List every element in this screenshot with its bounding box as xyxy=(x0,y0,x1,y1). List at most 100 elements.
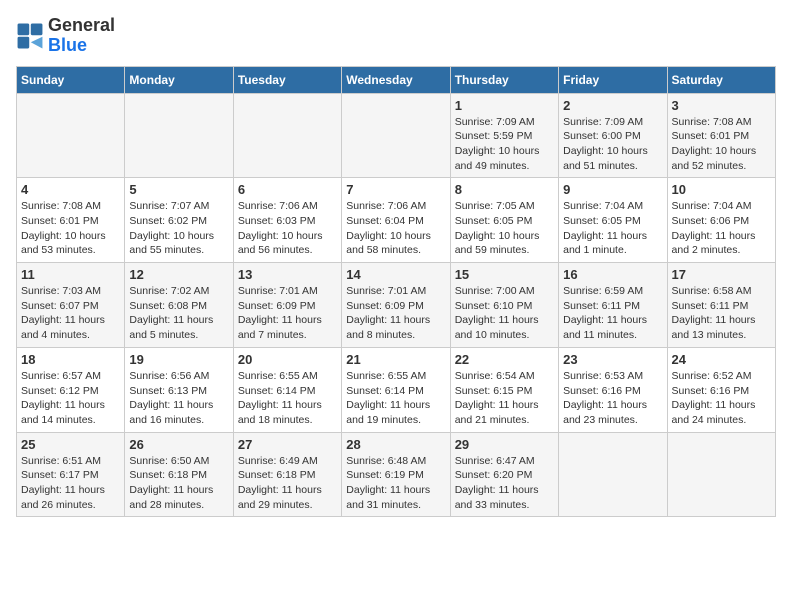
day-cell-6: 6 Sunrise: 7:06 AM Sunset: 6:03 PM Daylig… xyxy=(233,178,341,263)
day-cell-14: 14 Sunrise: 7:01 AM Sunset: 6:09 PM Dayli… xyxy=(342,263,450,348)
calendar-table: SundayMondayTuesdayWednesdayThursdayFrid… xyxy=(16,66,776,518)
day-number: 4 xyxy=(21,182,120,197)
day-cell-3: 3 Sunrise: 7:08 AM Sunset: 6:01 PM Daylig… xyxy=(667,93,775,178)
week-row-5: 25Sunrise: 6:51 AM Sunset: 6:17 PM Dayli… xyxy=(17,432,776,517)
day-info: Sunrise: 7:05 AM Sunset: 6:05 PM Dayligh… xyxy=(455,199,554,258)
day-info: Sunrise: 7:04 AM Sunset: 6:05 PM Dayligh… xyxy=(563,199,662,258)
logo: General Blue xyxy=(16,16,115,56)
day-cell-10: 10 Sunrise: 7:04 AM Sunset: 6:06 PM Dayli… xyxy=(667,178,775,263)
day-number: 9 xyxy=(563,182,662,197)
day-info: Sunrise: 6:57 AM Sunset: 6:12 PM Dayligh… xyxy=(21,369,120,428)
day-number: 13 xyxy=(238,267,337,282)
day-cell-29: 29Sunrise: 6:47 AM Sunset: 6:20 PM Dayli… xyxy=(450,432,558,517)
day-cell-18: 18 Sunrise: 6:57 AM Sunset: 6:12 PM Dayli… xyxy=(17,347,125,432)
day-info: Sunrise: 6:52 AM Sunset: 6:16 PM Dayligh… xyxy=(672,369,771,428)
weekday-header-monday: Monday xyxy=(125,66,233,93)
day-info: Sunrise: 7:04 AM Sunset: 6:06 PM Dayligh… xyxy=(672,199,771,258)
day-cell-17: 17 Sunrise: 6:58 AM Sunset: 6:11 PM Dayli… xyxy=(667,263,775,348)
day-cell-1: 1 Sunrise: 7:09 AM Sunset: 5:59 PM Daylig… xyxy=(450,93,558,178)
logo-text: General Blue xyxy=(48,16,115,56)
day-number: 14 xyxy=(346,267,445,282)
day-cell-4: 4 Sunrise: 7:08 AM Sunset: 6:01 PM Daylig… xyxy=(17,178,125,263)
day-info: Sunrise: 7:03 AM Sunset: 6:07 PM Dayligh… xyxy=(21,284,120,343)
weekday-header-tuesday: Tuesday xyxy=(233,66,341,93)
weekday-header-saturday: Saturday xyxy=(667,66,775,93)
day-info: Sunrise: 7:02 AM Sunset: 6:08 PM Dayligh… xyxy=(129,284,228,343)
day-info: Sunrise: 6:58 AM Sunset: 6:11 PM Dayligh… xyxy=(672,284,771,343)
day-number: 5 xyxy=(129,182,228,197)
day-number: 19 xyxy=(129,352,228,367)
day-number: 6 xyxy=(238,182,337,197)
day-number: 21 xyxy=(346,352,445,367)
day-info: Sunrise: 7:08 AM Sunset: 6:01 PM Dayligh… xyxy=(21,199,120,258)
day-cell-26: 26 Sunrise: 6:50 AM Sunset: 6:18 PM Dayli… xyxy=(125,432,233,517)
day-info: Sunrise: 7:06 AM Sunset: 6:04 PM Dayligh… xyxy=(346,199,445,258)
day-number: 29 xyxy=(455,437,554,452)
day-info: Sunrise: 6:54 AM Sunset: 6:15 PM Dayligh… xyxy=(455,369,554,428)
day-info: Sunrise: 7:09 AM Sunset: 5:59 PM Dayligh… xyxy=(455,115,554,174)
day-number: 3 xyxy=(672,98,771,113)
day-cell-9: 9 Sunrise: 7:04 AM Sunset: 6:05 PM Daylig… xyxy=(559,178,667,263)
day-number: 1 xyxy=(455,98,554,113)
day-info: Sunrise: 6:56 AM Sunset: 6:13 PM Dayligh… xyxy=(129,369,228,428)
day-info: Sunrise: 7:01 AM Sunset: 6:09 PM Dayligh… xyxy=(238,284,337,343)
day-cell-21: 21Sunrise: 6:55 AM Sunset: 6:14 PM Dayli… xyxy=(342,347,450,432)
empty-cell xyxy=(342,93,450,178)
day-number: 15 xyxy=(455,267,554,282)
weekday-header-friday: Friday xyxy=(559,66,667,93)
day-number: 2 xyxy=(563,98,662,113)
day-info: Sunrise: 6:49 AM Sunset: 6:18 PM Dayligh… xyxy=(238,454,337,513)
day-cell-16: 16 Sunrise: 6:59 AM Sunset: 6:11 PM Dayli… xyxy=(559,263,667,348)
empty-cell xyxy=(125,93,233,178)
weekday-header-thursday: Thursday xyxy=(450,66,558,93)
day-info: Sunrise: 6:59 AM Sunset: 6:11 PM Dayligh… xyxy=(563,284,662,343)
day-number: 26 xyxy=(129,437,228,452)
day-number: 8 xyxy=(455,182,554,197)
day-info: Sunrise: 6:48 AM Sunset: 6:19 PM Dayligh… xyxy=(346,454,445,513)
day-cell-2: 2 Sunrise: 7:09 AM Sunset: 6:00 PM Daylig… xyxy=(559,93,667,178)
day-cell-23: 23Sunrise: 6:53 AM Sunset: 6:16 PM Dayli… xyxy=(559,347,667,432)
day-number: 11 xyxy=(21,267,120,282)
week-row-2: 4 Sunrise: 7:08 AM Sunset: 6:01 PM Daylig… xyxy=(17,178,776,263)
day-cell-24: 24 Sunrise: 6:52 AM Sunset: 6:16 PM Dayli… xyxy=(667,347,775,432)
day-number: 18 xyxy=(21,352,120,367)
day-number: 27 xyxy=(238,437,337,452)
week-row-1: 1 Sunrise: 7:09 AM Sunset: 5:59 PM Daylig… xyxy=(17,93,776,178)
weekday-header-wednesday: Wednesday xyxy=(342,66,450,93)
day-info: Sunrise: 7:09 AM Sunset: 6:00 PM Dayligh… xyxy=(563,115,662,174)
page-header: General Blue xyxy=(16,16,776,56)
day-info: Sunrise: 6:55 AM Sunset: 6:14 PM Dayligh… xyxy=(238,369,337,428)
empty-cell xyxy=(667,432,775,517)
week-row-4: 18 Sunrise: 6:57 AM Sunset: 6:12 PM Dayli… xyxy=(17,347,776,432)
logo-icon xyxy=(16,22,44,50)
day-cell-12: 12 Sunrise: 7:02 AM Sunset: 6:08 PM Dayli… xyxy=(125,263,233,348)
day-number: 28 xyxy=(346,437,445,452)
day-cell-22: 22Sunrise: 6:54 AM Sunset: 6:15 PM Dayli… xyxy=(450,347,558,432)
day-info: Sunrise: 7:01 AM Sunset: 6:09 PM Dayligh… xyxy=(346,284,445,343)
day-info: Sunrise: 7:08 AM Sunset: 6:01 PM Dayligh… xyxy=(672,115,771,174)
day-cell-5: 5 Sunrise: 7:07 AM Sunset: 6:02 PM Daylig… xyxy=(125,178,233,263)
day-info: Sunrise: 7:07 AM Sunset: 6:02 PM Dayligh… xyxy=(129,199,228,258)
day-cell-7: 7 Sunrise: 7:06 AM Sunset: 6:04 PM Daylig… xyxy=(342,178,450,263)
day-info: Sunrise: 7:06 AM Sunset: 6:03 PM Dayligh… xyxy=(238,199,337,258)
day-number: 12 xyxy=(129,267,228,282)
day-number: 25 xyxy=(21,437,120,452)
day-number: 23 xyxy=(563,352,662,367)
weekday-header-sunday: Sunday xyxy=(17,66,125,93)
day-number: 10 xyxy=(672,182,771,197)
day-cell-19: 19 Sunrise: 6:56 AM Sunset: 6:13 PM Dayli… xyxy=(125,347,233,432)
day-cell-11: 11 Sunrise: 7:03 AM Sunset: 6:07 PM Dayli… xyxy=(17,263,125,348)
day-info: Sunrise: 6:50 AM Sunset: 6:18 PM Dayligh… xyxy=(129,454,228,513)
empty-cell xyxy=(559,432,667,517)
day-cell-27: 27 Sunrise: 6:49 AM Sunset: 6:18 PM Dayli… xyxy=(233,432,341,517)
day-number: 17 xyxy=(672,267,771,282)
day-cell-15: 15Sunrise: 7:00 AM Sunset: 6:10 PM Dayli… xyxy=(450,263,558,348)
day-number: 16 xyxy=(563,267,662,282)
day-number: 7 xyxy=(346,182,445,197)
week-row-3: 11 Sunrise: 7:03 AM Sunset: 6:07 PM Dayli… xyxy=(17,263,776,348)
day-number: 20 xyxy=(238,352,337,367)
day-number: 24 xyxy=(672,352,771,367)
day-cell-20: 20 Sunrise: 6:55 AM Sunset: 6:14 PM Dayli… xyxy=(233,347,341,432)
empty-cell xyxy=(17,93,125,178)
day-cell-13: 13 Sunrise: 7:01 AM Sunset: 6:09 PM Dayli… xyxy=(233,263,341,348)
